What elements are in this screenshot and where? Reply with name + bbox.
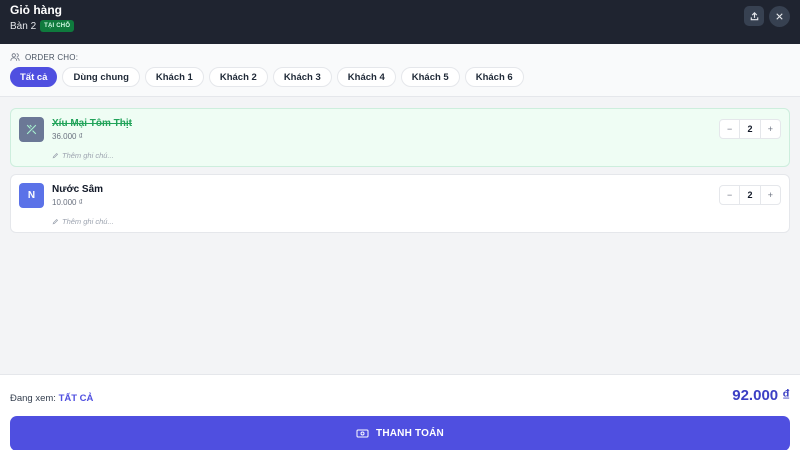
- order-for-bar: ORDER CHO: Tất cả Dùng chung Khách 1 Khá…: [0, 44, 800, 97]
- viewing-filter: Đang xem: TẤT CẢ: [10, 393, 94, 404]
- order-for-label: ORDER CHO:: [10, 52, 78, 62]
- chip-all[interactable]: Tất cả: [10, 67, 58, 87]
- pencil-icon: [52, 218, 59, 225]
- users-icon: [10, 53, 20, 61]
- pencil-icon: [52, 152, 59, 159]
- chip-guest-5[interactable]: Khách 5: [400, 67, 460, 87]
- close-icon: [776, 13, 783, 20]
- increase-button[interactable]: +: [761, 124, 780, 134]
- chip-guest-6[interactable]: Khách 6: [464, 67, 524, 87]
- close-button[interactable]: [769, 6, 790, 27]
- item-price: 10.000 ₫: [52, 198, 83, 207]
- decrease-button[interactable]: −: [720, 124, 739, 134]
- quantity-value: 2: [739, 186, 761, 204]
- checkout-button[interactable]: THANH TOÁN: [10, 416, 790, 450]
- chip-guest-1[interactable]: Khách 1: [144, 67, 204, 87]
- upload-icon: [750, 11, 758, 20]
- cart-footer: Đang xem: TẤT CẢ 92.000 ₫ THANH TOÁN: [0, 374, 800, 450]
- cart-total: 92.000 ₫: [732, 387, 790, 404]
- cart-title: Giỏ hàng: [10, 3, 62, 17]
- item-name: Nước Sâm: [52, 184, 104, 195]
- chip-guest-3[interactable]: Khách 3: [272, 67, 332, 87]
- quantity-stepper: − 2 +: [719, 185, 781, 205]
- item-thumbnail: [19, 117, 44, 142]
- share-button[interactable]: [744, 6, 764, 26]
- item-note-field[interactable]: Thêm ghi chú...: [52, 151, 114, 160]
- utensils-icon: [26, 124, 37, 135]
- chip-guest-4[interactable]: Khách 4: [336, 67, 396, 87]
- quantity-stepper: − 2 +: [719, 119, 781, 139]
- cart-header: Giỏ hàng Bàn 2 TẠI CHỖ: [0, 0, 800, 44]
- dine-in-badge: TẠI CHỖ: [40, 20, 75, 32]
- cart-item: N Nước Sâm 10.000 ₫ Thêm ghi chú... − 2 …: [10, 174, 790, 233]
- quantity-value: 2: [739, 120, 761, 138]
- viewing-value: TẤT CẢ: [58, 393, 94, 404]
- item-name: Xíu Mại Tôm Thịt: [52, 118, 132, 129]
- item-thumbnail: N: [19, 183, 44, 208]
- cash-icon: [356, 429, 369, 438]
- item-price: 36.000 ₫: [52, 132, 83, 141]
- item-note-field[interactable]: Thêm ghi chú...: [52, 217, 114, 226]
- decrease-button[interactable]: −: [720, 190, 739, 200]
- guest-chips: Tất cả Dùng chung Khách 1 Khách 2 Khách …: [10, 67, 524, 87]
- chip-guest-2[interactable]: Khách 2: [208, 67, 268, 87]
- table-name: Bàn 2: [10, 20, 37, 32]
- chip-shared[interactable]: Dùng chung: [62, 67, 140, 87]
- cart-item: Xíu Mại Tôm Thịt 36.000 ₫ Thêm ghi chú..…: [10, 108, 790, 167]
- increase-button[interactable]: +: [761, 190, 780, 200]
